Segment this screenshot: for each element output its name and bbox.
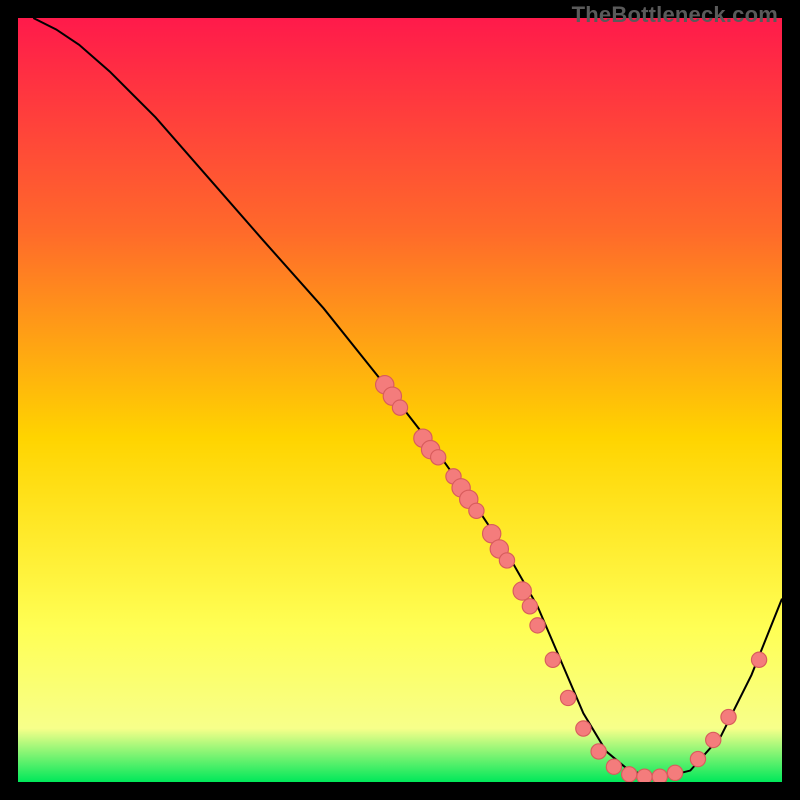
curve-marker [469,503,484,518]
curve-marker [530,618,545,633]
curve-marker [499,553,514,568]
curve-marker [576,721,591,736]
curve-marker [637,769,652,782]
curve-marker [690,751,705,766]
curve-marker [622,767,637,782]
curve-marker [392,400,407,415]
curve-marker [545,652,560,667]
curve-marker [560,690,575,705]
curve-marker [706,732,721,747]
chart-frame [18,18,782,782]
curve-marker [431,450,446,465]
chart-plot [18,18,782,782]
curve-marker [606,759,621,774]
curve-marker [513,582,531,600]
curve-marker [652,769,667,782]
watermark-label: TheBottleneck.com [572,2,778,28]
curve-marker [591,744,606,759]
curve-marker [667,765,682,780]
curve-marker [721,709,736,724]
curve-marker [751,652,766,667]
curve-marker [522,599,537,614]
